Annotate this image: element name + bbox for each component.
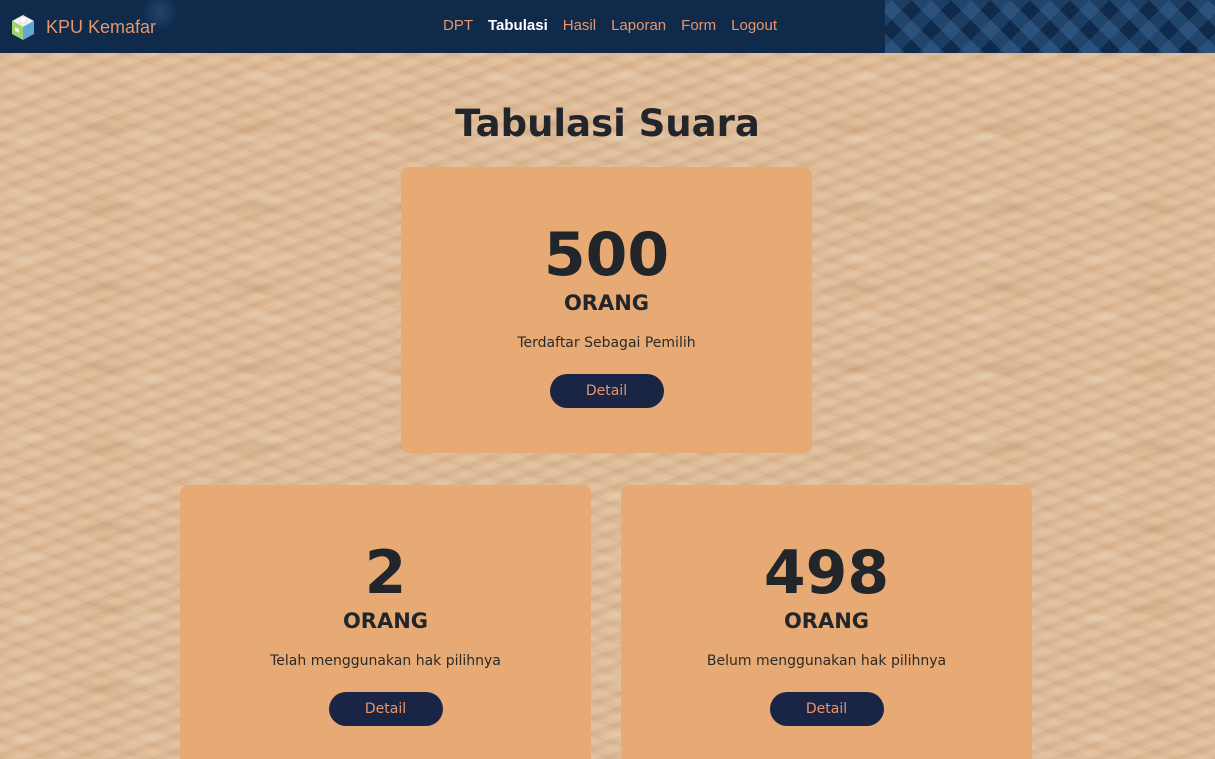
card-registered-voters: 500 ORANG Terdaftar Sebagai Pemilih Deta… [401,167,812,453]
nav-link-hasil[interactable]: Hasil [563,17,596,34]
nav-link-tabulasi[interactable]: Tabulasi [488,17,548,34]
card-unit: ORANG [342,609,429,633]
ballot-box-icon [12,15,34,40]
card-description: Telah menggunakan hak pilihnya [270,653,501,669]
card-description: Terdaftar Sebagai Pemilih [517,335,696,351]
card-voted: 2 ORANG Telah menggunakan hak pilihnya D… [180,485,591,759]
nav-link-form[interactable]: Form [681,17,716,34]
detail-button-voted[interactable]: Detail [328,692,443,726]
nav-links: DPT Tabulasi Hasil Laporan Form Logout [443,17,777,34]
card-unit: ORANG [563,291,650,315]
navbar: KPU Kemafar DPT Tabulasi Hasil Laporan F… [0,0,1215,53]
brand-name: KPU Kemafar [46,16,157,37]
nav-link-dpt[interactable]: DPT [443,17,473,34]
nav-link-laporan[interactable]: Laporan [611,17,666,34]
card-unit: ORANG [783,609,870,633]
card-not-voted: 498 ORANG Belum menggunakan hak pilihnya… [621,485,1032,759]
detail-button-not-voted[interactable]: Detail [769,692,884,726]
card-number: 498 [763,538,890,608]
card-number: 500 [543,220,670,290]
page-title: Tabulasi Suara [455,102,760,145]
nav-link-logout[interactable]: Logout [731,17,777,34]
navbar-decoration [885,0,1215,53]
card-number: 2 [364,538,407,608]
brand-link[interactable]: KPU Kemafar [10,12,156,42]
detail-button-registered[interactable]: Detail [549,374,664,408]
card-description: Belum menggunakan hak pilihnya [706,653,947,669]
